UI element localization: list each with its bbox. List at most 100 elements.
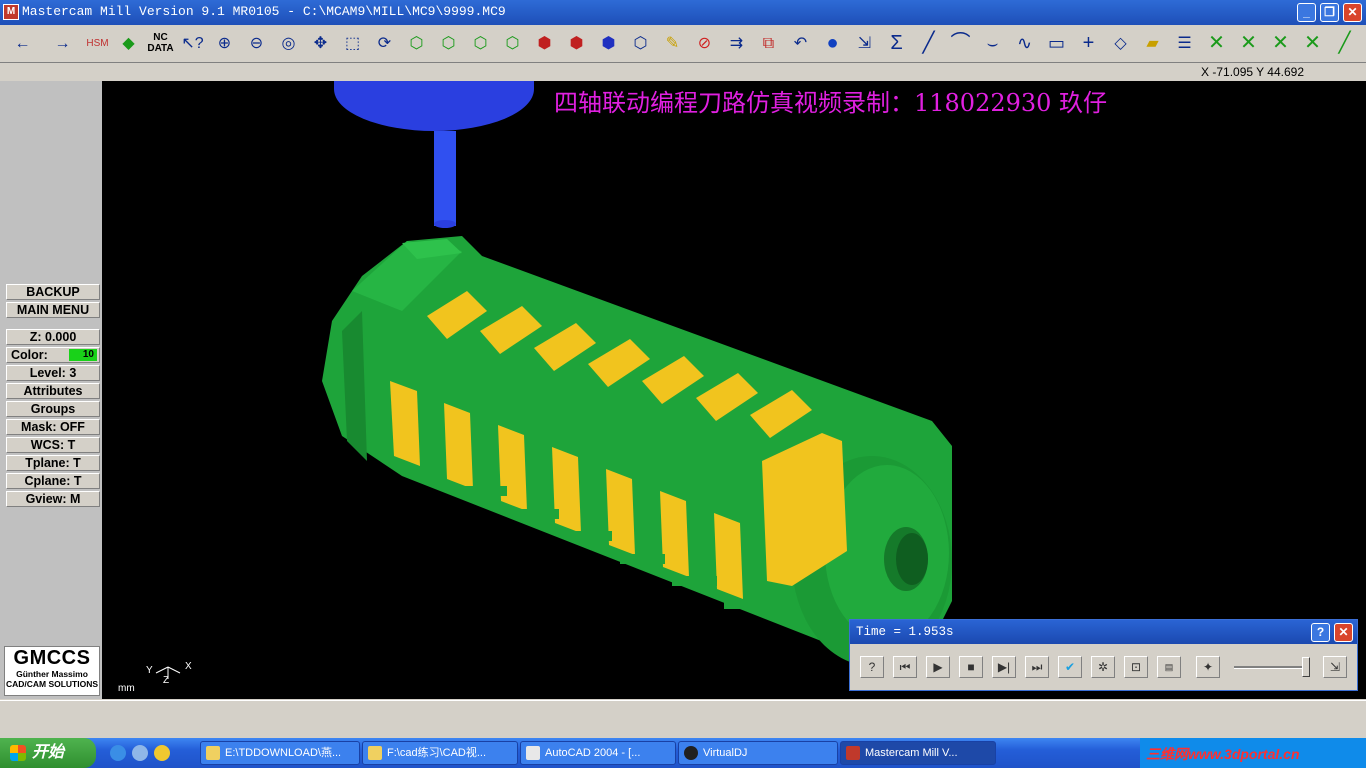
help-query-icon[interactable]: ↖? [178, 29, 207, 58]
task-item[interactable]: E:\TDDOWNLOAD\燕... [200, 741, 360, 765]
pan-icon[interactable]: ✥ [306, 29, 335, 58]
mastercam-icon [846, 746, 860, 760]
dialog-close-button[interactable]: ✕ [1334, 623, 1353, 642]
media-icon[interactable] [132, 745, 148, 761]
color-button[interactable]: Color: 10 [6, 347, 100, 363]
zoom-extents-icon[interactable]: ◎ [274, 29, 303, 58]
task-item[interactable]: AutoCAD 2004 - [... [520, 741, 676, 765]
select-icon[interactable]: ⬚ [338, 29, 367, 58]
backup-button[interactable]: BACKUP [6, 284, 100, 300]
slider-thumb[interactable] [1302, 657, 1310, 677]
tool-spindle [334, 81, 534, 228]
solid-cube3-icon[interactable]: ⬢ [594, 29, 623, 58]
task-item[interactable]: F:\cad练习\CAD视... [362, 741, 518, 765]
line-icon[interactable]: ╱ [914, 29, 943, 58]
solid-cube2-icon[interactable]: ⬢ [562, 29, 591, 58]
qq-icon[interactable] [154, 745, 170, 761]
verify-icon[interactable]: ✔ [1058, 656, 1082, 678]
logo-title: GMCCS [13, 647, 91, 669]
rewind-icon[interactable]: ⏮ [893, 656, 917, 678]
stop-icon[interactable]: ■ [959, 656, 983, 678]
solid-cube-icon[interactable]: ⬢ [530, 29, 559, 58]
level-button[interactable]: Level: 3 [6, 365, 100, 381]
z-depth-button[interactable]: Z: 0.000 [6, 329, 100, 345]
speed-slider[interactable] [1234, 657, 1310, 677]
zoom-in-icon[interactable]: ⊖ [242, 29, 271, 58]
simulation-dialog: Time = 1.953s ? ✕ ? ⏮ ▶ ■ ▶| ⏭ ✔ ✲ ⊡ ▤ ✦… [849, 619, 1358, 691]
status-bar [0, 700, 1366, 739]
angle-line-icon[interactable]: ╱ [1330, 29, 1359, 58]
x3-icon[interactable]: ✕ [1298, 29, 1327, 58]
start-button[interactable]: 开始 [0, 738, 96, 768]
cube-iso-icon[interactable]: ⬡ [434, 29, 463, 58]
undo-icon[interactable]: ↶ [786, 29, 815, 58]
spline-icon[interactable]: ∿ [1010, 29, 1039, 58]
system-tray: 三维网www.3dportal.cn [1140, 738, 1366, 768]
no-entry-icon[interactable]: ⊘ [690, 29, 719, 58]
x-icon[interactable]: ✕ [1202, 29, 1231, 58]
restore-button[interactable]: ❐ [1320, 3, 1339, 22]
task-label: AutoCAD 2004 - [... [545, 747, 641, 759]
gmccs-logo: GMCCS Günther Massimo CAD/CAM SOLUTIONS [4, 646, 100, 696]
axis-y-label: Y [146, 665, 153, 676]
transform-icon[interactable]: ⇉ [722, 29, 751, 58]
settings-icon[interactable]: ✲ [1091, 656, 1115, 678]
tplane-button[interactable]: Tplane: T [6, 455, 100, 471]
title-bar: M Mastercam Mill Version 9.1 MR0105 - C:… [0, 0, 1366, 25]
dialog-help-button[interactable]: ? [1311, 623, 1330, 642]
fast-forward-icon[interactable]: ⏭ [1025, 656, 1049, 678]
plane-icon[interactable]: ◇ [1106, 29, 1135, 58]
task-label: VirtualDJ [703, 747, 748, 759]
main-menu-button[interactable]: MAIN MENU [6, 302, 100, 318]
rectangle-icon[interactable]: ▭ [1042, 29, 1071, 58]
cube-side-icon[interactable]: ⬡ [498, 29, 527, 58]
fillet-icon[interactable]: ⌣ [978, 29, 1007, 58]
task-item[interactable]: VirtualDJ [678, 741, 838, 765]
layers-icon[interactable]: ☰ [1170, 29, 1199, 58]
color-swatch: 10 [69, 349, 97, 361]
rotate-view-icon[interactable]: ⟳ [370, 29, 399, 58]
back-arrow-icon[interactable]: ← [8, 29, 37, 58]
point-icon[interactable]: + [1074, 29, 1103, 58]
pencil-icon[interactable]: ✎ [658, 29, 687, 58]
exit-icon[interactable]: ⇲ [1323, 656, 1347, 678]
mask-button[interactable]: Mask: OFF [6, 419, 100, 435]
graphics-viewport[interactable]: 四轴联动编程刀路仿真视频录制：118022930 玖仔 Y X Z mm [102, 81, 1366, 699]
help-sim-icon[interactable]: ? [860, 656, 884, 678]
virtualdj-icon [684, 746, 698, 760]
toolpath-module-icon[interactable]: ◆ [114, 29, 143, 58]
transform2-icon[interactable]: ⧉ [754, 29, 783, 58]
groups-button[interactable]: Groups [6, 401, 100, 417]
cube-front-icon[interactable]: ⬡ [466, 29, 495, 58]
nc-data-icon[interactable]: NC DATA [146, 29, 175, 58]
close-button[interactable]: ✕ [1343, 3, 1362, 22]
wcs-button[interactable]: WCS: T [6, 437, 100, 453]
step-icon[interactable]: ▶| [992, 656, 1016, 678]
minimize-button[interactable]: _ [1297, 3, 1316, 22]
cube-view-icon[interactable]: ⬡ [402, 29, 431, 58]
arc-icon[interactable]: ⌒ [946, 29, 975, 58]
gview-button[interactable]: Gview: M [6, 491, 100, 507]
windows-flag-icon [10, 745, 26, 761]
x2-icon[interactable]: ✕ [1266, 29, 1295, 58]
ie-icon[interactable] [110, 745, 126, 761]
attributes-button[interactable]: Attributes [6, 383, 100, 399]
run-icon[interactable]: ✦ [1196, 656, 1220, 678]
axis-x-label: X [185, 661, 192, 672]
sphere-icon[interactable]: ● [818, 29, 847, 58]
simulation-dialog-caption: Time = 1.953s ? ✕ [850, 620, 1357, 644]
box-icon[interactable]: ▰ [1138, 29, 1167, 58]
3d-cube-icon[interactable]: ⬡ [626, 29, 655, 58]
task-item[interactable]: Mastercam Mill V... [840, 741, 996, 765]
mastercam-icon[interactable]: M [3, 4, 19, 20]
sigma-icon[interactable]: Σ [882, 29, 911, 58]
forward-arrow-icon[interactable]: → [48, 29, 77, 58]
zoom-icon[interactable]: ⊡ [1124, 656, 1148, 678]
play-icon[interactable]: ▶ [926, 656, 950, 678]
tool-info-icon[interactable]: ▤ [1157, 656, 1181, 678]
zoom-window-icon[interactable]: ⊕ [210, 29, 239, 58]
hsm-icon[interactable]: HSM [83, 29, 112, 58]
translate-icon[interactable]: ⇲ [850, 29, 879, 58]
v-icon[interactable]: ✕ [1234, 29, 1263, 58]
cplane-button[interactable]: Cplane: T [6, 473, 100, 489]
